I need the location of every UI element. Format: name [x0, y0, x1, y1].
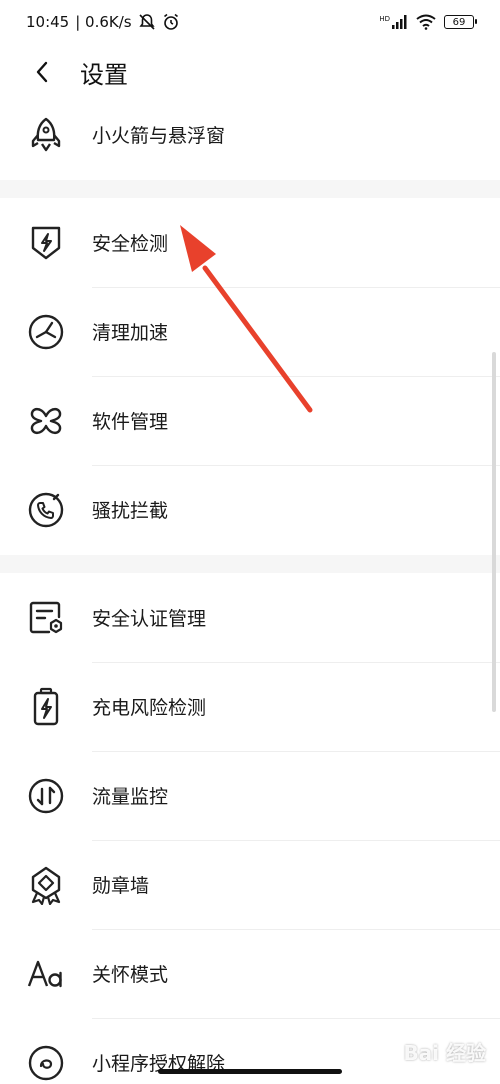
watermark: Bai 经验: [403, 1041, 486, 1065]
app-manage-icon: [25, 400, 67, 442]
scrollbar[interactable]: [492, 352, 496, 712]
item-label: 小火箭与悬浮窗: [92, 125, 226, 147]
list-item-certificate[interactable]: 安全认证管理: [0, 573, 500, 662]
item-label: 勋章墙: [92, 875, 150, 897]
item-label: 安全认证管理: [92, 608, 207, 630]
battery-level: 69: [452, 16, 466, 28]
group-divider: [0, 555, 500, 573]
back-arrow-icon: [36, 61, 48, 83]
list-item-care-mode[interactable]: 关怀模式: [0, 929, 500, 1018]
clean-speed-icon: [25, 311, 67, 353]
list-item-medal-wall[interactable]: 勋章墙: [0, 840, 500, 929]
phone-block-icon: [25, 489, 67, 531]
font-size-icon: [25, 953, 67, 995]
list-item-rocket[interactable]: 小火箭与悬浮窗: [0, 90, 500, 179]
list-item-clean-speed[interactable]: 清理加速: [0, 287, 500, 376]
item-label: 关怀模式: [92, 964, 169, 986]
rocket-icon: [25, 114, 67, 156]
status-time: 10:45: [26, 13, 70, 31]
item-label: 充电风险检测: [92, 697, 207, 719]
list-item-app-manage[interactable]: 软件管理: [0, 376, 500, 465]
status-speed: | 0.6K/s: [75, 13, 132, 31]
page-title: 设置: [80, 60, 128, 89]
list-item-charging-risk[interactable]: 充电风险检测: [0, 662, 500, 751]
shield-bolt-icon: [25, 222, 67, 264]
settings-screen: 10:45 | 0.6K/s HD 69 设置 小火箭与悬浮窗 安全检测 清理加…: [0, 0, 500, 1084]
item-label: 软件管理: [92, 411, 169, 433]
back-button[interactable]: [22, 52, 62, 92]
item-label: 流量监控: [92, 786, 169, 808]
list-item-security-check[interactable]: 安全检测: [0, 198, 500, 287]
list-item-traffic-monitor[interactable]: 流量监控: [0, 751, 500, 840]
wifi-icon: [416, 14, 436, 30]
status-bar: 10:45 | 0.6K/s HD 69: [0, 0, 500, 44]
battery-icon: 69: [444, 15, 477, 29]
group-divider: [0, 180, 500, 198]
home-indicator[interactable]: [158, 1069, 342, 1074]
certificate-icon: [25, 597, 67, 639]
network-type: HD: [379, 15, 390, 23]
item-label: 清理加速: [92, 322, 169, 344]
battery-bolt-icon: [25, 686, 67, 728]
mute-icon: [138, 13, 156, 31]
medal-icon: [25, 864, 67, 906]
status-left: 10:45 | 0.6K/s: [26, 13, 180, 31]
traffic-icon: [25, 775, 67, 817]
alarm-icon: [162, 13, 180, 31]
status-right: HD 69: [379, 14, 477, 30]
mini-program-icon: [25, 1042, 67, 1084]
list-item-harassment-block[interactable]: 骚扰拦截: [0, 465, 500, 554]
signal-icon: HD: [379, 15, 408, 29]
item-label: 安全检测: [92, 233, 169, 255]
item-label: 骚扰拦截: [92, 500, 169, 522]
